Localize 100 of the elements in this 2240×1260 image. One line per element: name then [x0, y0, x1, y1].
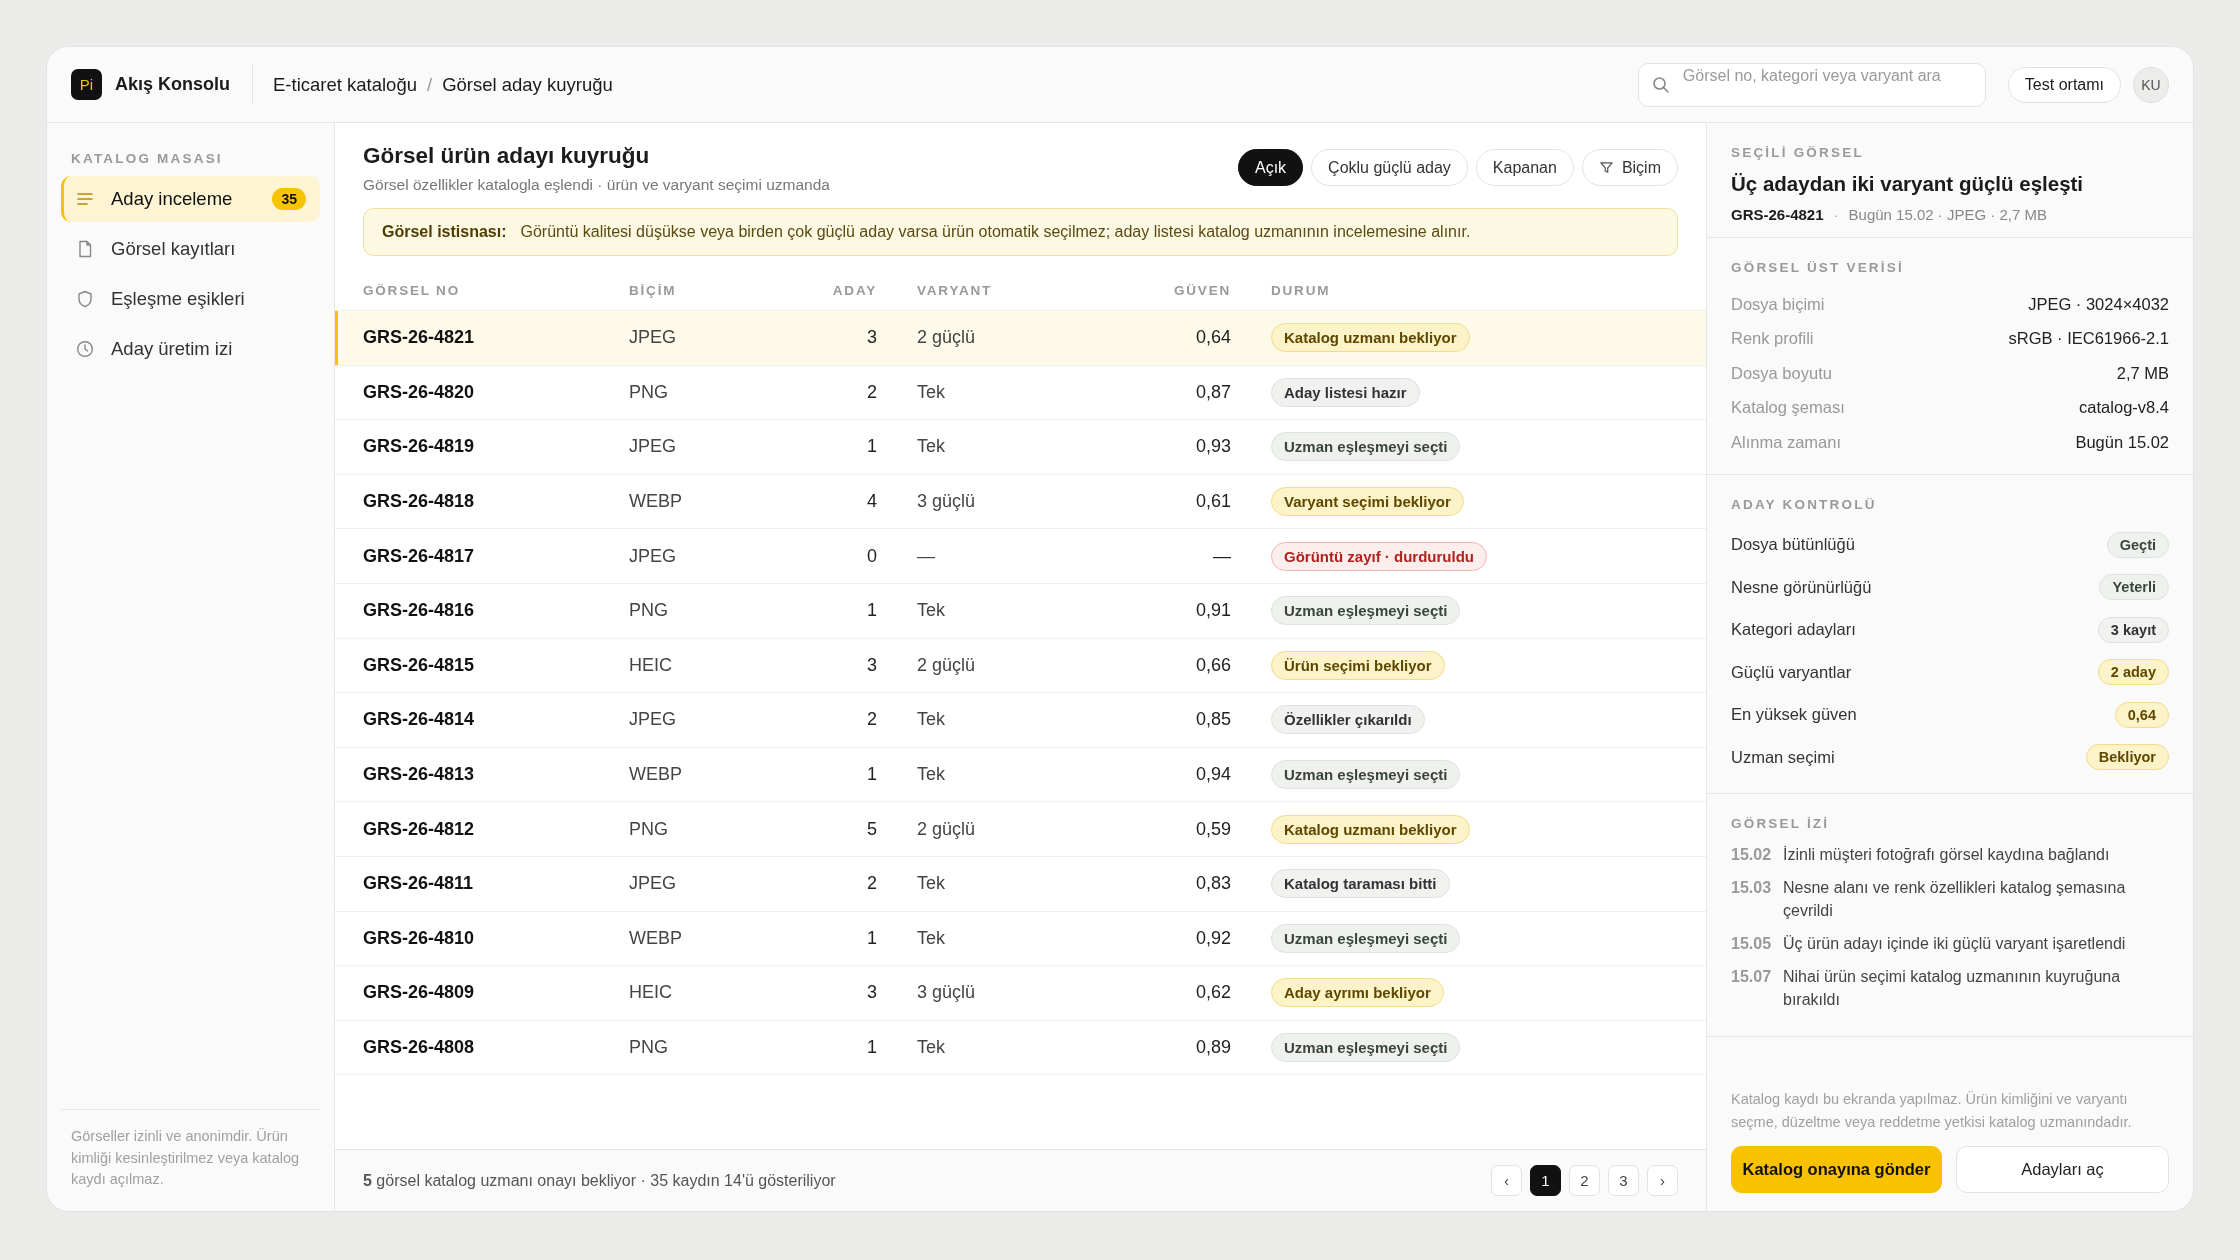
table-cell-text: GRS-26-4808 — [363, 1037, 476, 1058]
table-cell-text: GRS-26-4814 — [363, 709, 476, 731]
trail-text: Nesne alanı ve renk özellikleri katalog şemasına çevrildi — [1783, 877, 2127, 921]
image-meta: Bugün 15.02 · JPEG · 2,7 MB — [1848, 206, 2047, 223]
table-cell-text: JPEG — [629, 709, 677, 731]
table-cell-text: 2 — [866, 709, 877, 731]
environment-badge: Test ortamı — [2007, 66, 2121, 103]
check-label: Nesne görünürlüğü — [1731, 577, 1872, 597]
table-cell-text: Tek — [916, 436, 946, 458]
table-cell-text: GRS-26-4809 — [363, 982, 476, 1004]
table-cell-text: JPEG — [629, 436, 677, 458]
shield-icon — [75, 289, 95, 309]
metadata-value: sRGB · IEC61966-2.1 — [2008, 329, 2169, 349]
column-header: ADAY — [831, 282, 877, 298]
table-cell-text: Tek — [916, 600, 946, 622]
table-row[interactable]: GRS-26-4814 JPEG 2 Tek 0,85 Özellikler çıkarıldı — [335, 693, 1706, 748]
table-cell-text: 3 — [866, 654, 877, 676]
filter-chip[interactable]: Biçim — [1581, 149, 1678, 186]
filter-chip[interactable]: Kapanan — [1475, 149, 1574, 186]
table-cell-text: Tek — [916, 381, 946, 403]
status-label: Özellikler çıkarıldı — [1271, 705, 1425, 735]
page-button[interactable]: 3 — [1608, 1165, 1639, 1196]
detail-title: Üç adaydan iki varyant güçlü eşleşti — [1731, 172, 2085, 196]
column-header: BİÇİM — [629, 282, 678, 298]
table-cell-text: GRS-26-4810 — [363, 927, 476, 949]
sidebar-item[interactable]: Görsel kayıtları — [61, 226, 320, 272]
status-label: Katalog uzmanı bekliyor — [1271, 814, 1470, 844]
table-row[interactable]: GRS-26-4820 PNG 2 Tek 0,87 Aday listesi hazır — [335, 365, 1706, 421]
table-cell-text: 0,87 — [1194, 381, 1231, 403]
app-logo: Pi — [71, 69, 102, 100]
column-header: VARYANT — [916, 282, 994, 298]
check-label: Kategori adayları — [1731, 620, 1856, 640]
table-cell-text: 0,62 — [1194, 982, 1231, 1004]
breadcrumb-link[interactable]: E-ticaret kataloğu — [273, 73, 417, 96]
sidebar-note: Görseller izinli ve anonimdir. Ürün kimliği kesinleştirilmez veya katalog kaydı açılmaz. — [61, 1108, 320, 1191]
status-label: Katalog uzmanı bekliyor — [1271, 323, 1470, 353]
table-cell-text: 0 — [866, 545, 877, 567]
table-row[interactable]: GRS-26-4809 HEIC 3 3 güçlü 0,62 Aday ayrımı bekliyor — [335, 966, 1706, 1021]
check-label: Güçlü varyantlar — [1731, 662, 1852, 682]
metadata-label: Alınma zamanı — [1731, 432, 1842, 452]
breadcrumb-link[interactable]: Görsel aday kuyruğu — [442, 73, 613, 96]
status-label: Katalog taraması bitti — [1271, 869, 1450, 899]
table-cell-text: 3 — [866, 982, 877, 1004]
table-row[interactable]: GRS-26-4821 JPEG 3 2 güçlü 0,64 Katalog uzmanı bekliyor — [335, 311, 1706, 366]
table-row[interactable]: GRS-26-4815 HEIC 3 2 güçlü 0,66 Ürün seçimi bekliyor — [335, 638, 1706, 694]
table-cell-text: WEBP — [629, 764, 683, 786]
open-button[interactable]: Adayları aç — [1956, 1146, 2169, 1193]
table-cell-text: GRS-26-4816 — [363, 600, 476, 622]
detail-note: Katalog kaydı bu ekranda yapılmaz. Ürün kimliğini ve varyantı seçme, düzeltme veya reddetme yetkisi katalog uzmanındadır. — [1731, 1089, 2133, 1132]
table-cell-text: GRS-26-4820 — [363, 381, 476, 403]
table-row[interactable]: GRS-26-4819 JPEG 1 Tek 0,93 Uzman eşleşmeyi seçti — [335, 420, 1706, 475]
status-label: Uzman eşleşmeyi seçti — [1271, 432, 1461, 462]
table-row[interactable]: GRS-26-4810 WEBP 1 Tek 0,92 Uzman eşleşmeyi seçti — [335, 911, 1706, 967]
table-cell-text: 0,85 — [1194, 709, 1231, 731]
user-avatar[interactable]: KU — [2133, 66, 2169, 103]
clock-icon — [75, 339, 95, 359]
table-row[interactable]: GRS-26-4816 PNG 1 Tek 0,91 Uzman eşleşmeyi seçti — [335, 583, 1706, 639]
table-cell-text: Tek — [916, 873, 946, 895]
table-row[interactable]: GRS-26-4818 WEBP 4 3 güçlü 0,61 Varyant seçimi bekliyor — [335, 474, 1706, 530]
sidebar-item[interactable]: Aday inceleme 35 — [61, 176, 320, 222]
search-icon — [1651, 75, 1670, 94]
submit-button[interactable]: Katalog onayına gönder — [1731, 1146, 1942, 1193]
table-row[interactable]: GRS-26-4817 JPEG 0 — — Görüntü zayıf · durduruldu — [335, 529, 1706, 584]
trail-text: İzinli müşteri fotoğrafı görsel kaydına bağlandı — [1783, 844, 2110, 865]
status-label: Uzman eşleşmeyi seçti — [1271, 923, 1461, 953]
app-name: Akış Konsolu — [115, 74, 230, 95]
previous-page-button[interactable]: ‹ — [1491, 1165, 1522, 1196]
search-field[interactable]: Görsel no, kategori veya varyant ara — [1637, 62, 1986, 107]
sidebar-item[interactable]: Eşleşme eşikleri — [61, 276, 320, 322]
column-header: DURUM — [1270, 282, 1332, 298]
table-cell-text: 1 — [866, 1037, 877, 1058]
metadata-label: Renk profili — [1731, 329, 1814, 349]
table-row[interactable]: GRS-26-4813 WEBP 1 Tek 0,94 Uzman eşleşmeyi seçti — [335, 747, 1706, 803]
table-row[interactable]: GRS-26-4808 PNG 1 Tek 0,89 Uzman eşleşmeyi seçti — [335, 1020, 1706, 1076]
table-row[interactable]: GRS-26-4811 JPEG 2 Tek 0,83 Katalog taraması bitti — [335, 856, 1706, 912]
status-label: Varyant seçimi bekliyor — [1271, 487, 1464, 517]
table-cell-text: 0,93 — [1194, 436, 1231, 458]
check-result-label: 2 aday — [2097, 659, 2169, 686]
table-cell-text: HEIC — [629, 982, 673, 1004]
table-cell-text: 0,64 — [1194, 327, 1231, 349]
table-cell-text: 0,61 — [1194, 491, 1231, 513]
table-cell-text: GRS-26-4812 — [363, 818, 476, 840]
table-cell-text: GRS-26-4811 — [363, 873, 475, 895]
status-label: Aday ayrımı bekliyor — [1271, 978, 1444, 1008]
table-row[interactable]: GRS-26-4812 PNG 5 2 güçlü 0,59 Katalog uzmanı bekliyor — [335, 802, 1706, 857]
page-button[interactable]: 1 — [1530, 1165, 1561, 1196]
summary-text: 5 görsel katalog uzmanı onayı bekliyor · 35 kaydın 14'ü gösteriliyor — [363, 1171, 836, 1190]
metadata-value: Bugün 15.02 — [2075, 432, 2169, 452]
page-button[interactable]: 2 — [1569, 1165, 1600, 1196]
table-cell-text: 4 — [866, 491, 877, 513]
sidebar-item[interactable]: Aday üretim izi — [61, 326, 320, 372]
page-subtitle: Görsel özellikler katalogla eşlendi · ürün ve varyant seçimi uzmanda — [363, 176, 830, 194]
sidebar-heading: KATALOG MASASI — [70, 151, 224, 166]
filter-chip[interactable]: Çoklu güçlü aday — [1311, 149, 1468, 186]
table-cell-text: 0,89 — [1194, 1037, 1231, 1058]
next-page-button[interactable]: › — [1647, 1165, 1678, 1196]
check-result-label: 0,64 — [2114, 701, 2169, 728]
trail-time: 15.07 — [1731, 967, 1771, 988]
check-result-label: Geçti — [2106, 531, 2169, 558]
filter-chip[interactable]: Açık — [1237, 149, 1304, 186]
